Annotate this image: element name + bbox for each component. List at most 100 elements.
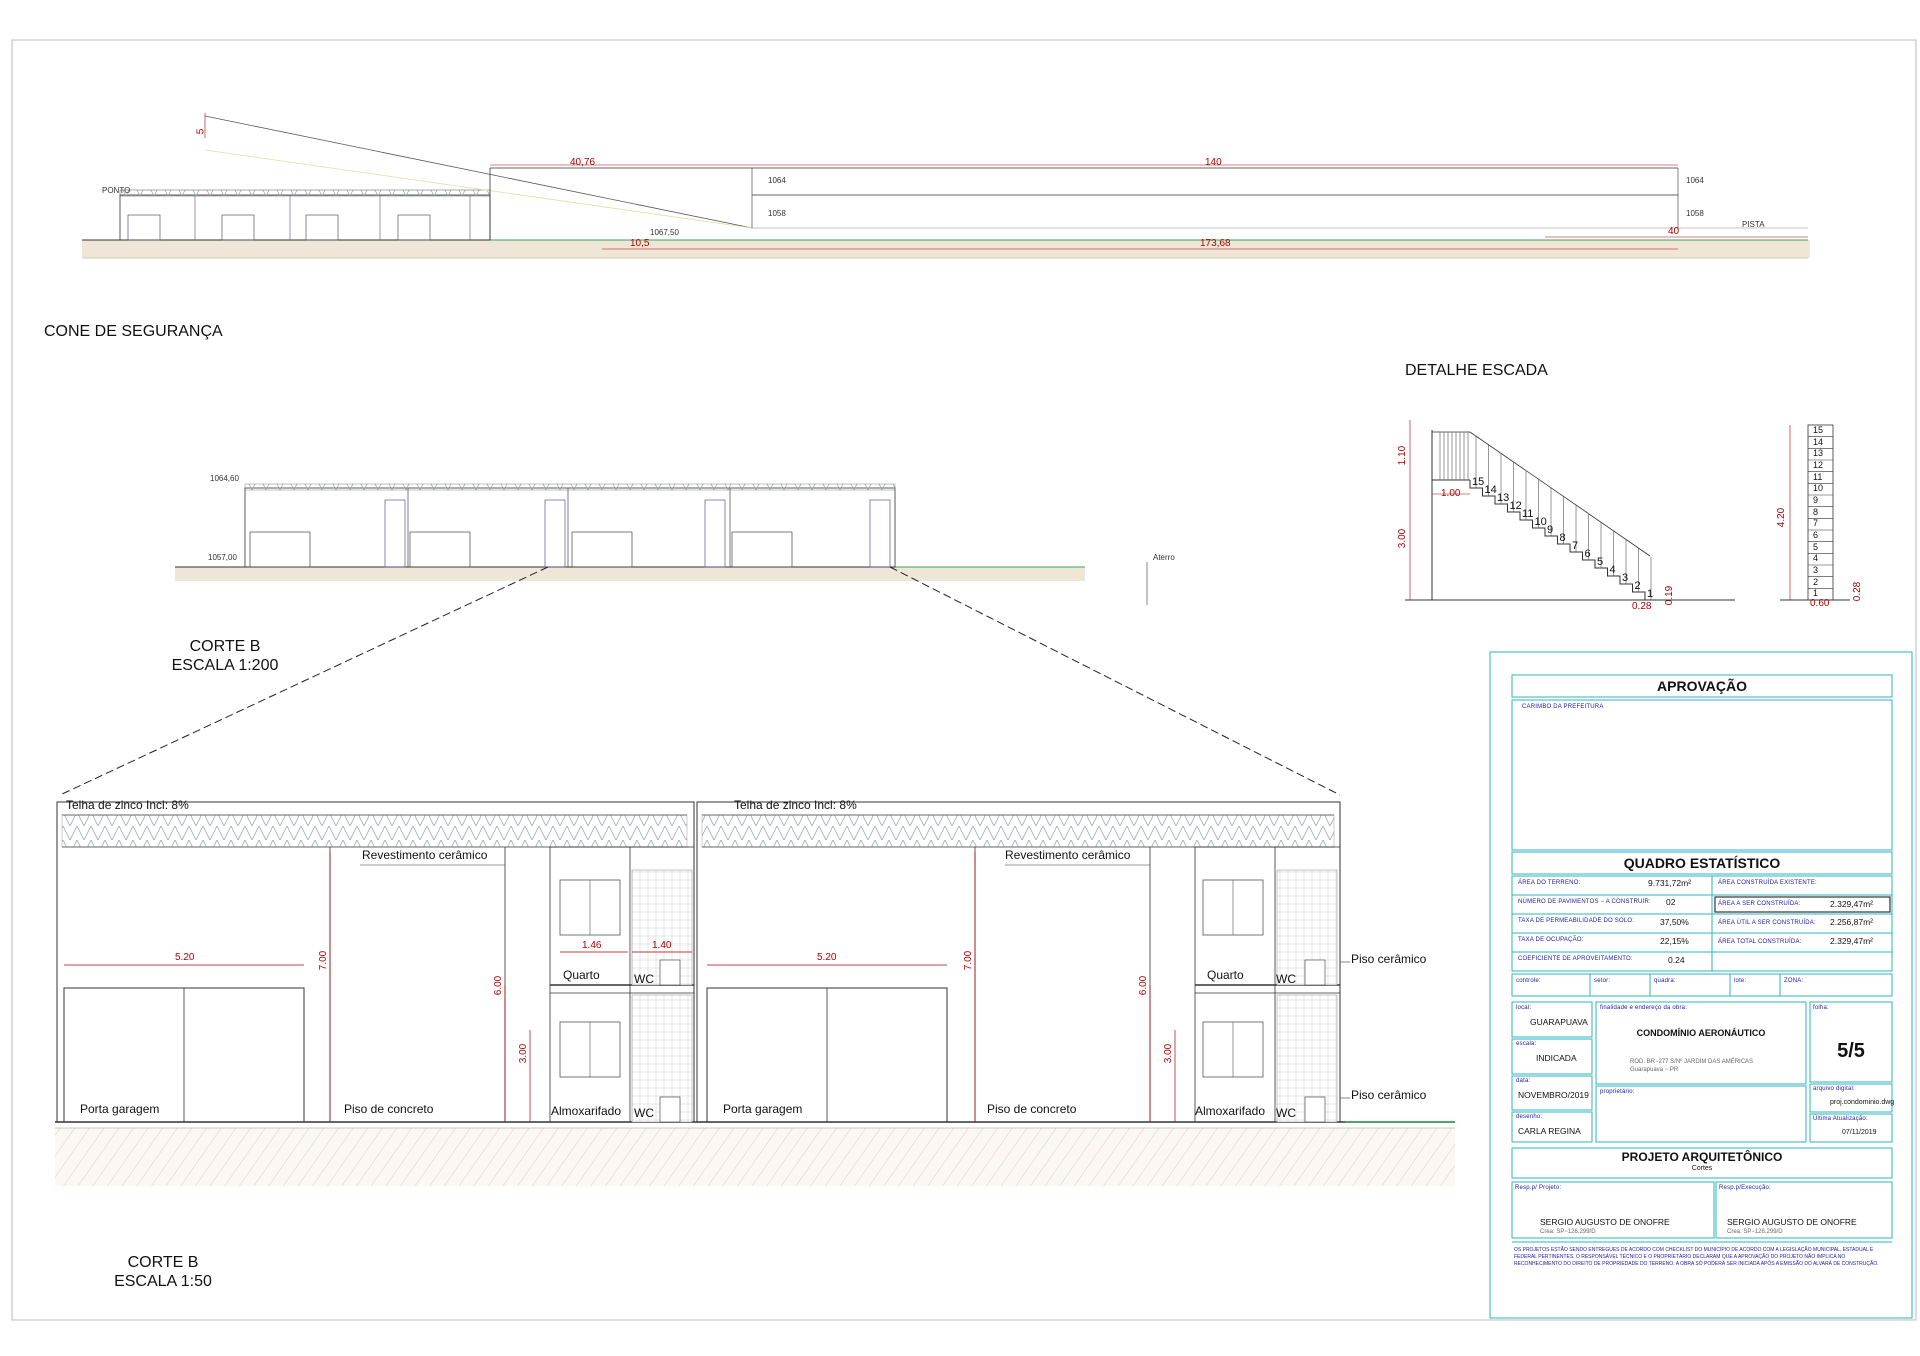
stair-col-label: 10 xyxy=(1813,483,1824,494)
stat-label: COEFICIENTE DE APROVEITAMENTO: xyxy=(1518,956,1633,962)
dim-700-2: 7.00 xyxy=(963,950,975,971)
corte-small-level-1: 1064,60 xyxy=(210,474,239,483)
escada-dim-300: 3.00 xyxy=(1397,528,1409,549)
revest-label-2: Revestimento cerâmico xyxy=(1005,848,1131,862)
escada-dim-420: 4.20 xyxy=(1776,507,1788,528)
stair-col-label: 6 xyxy=(1813,530,1819,540)
dim-146: 1.46 xyxy=(582,940,602,951)
corte-large-scale: ESCALA 1:50 xyxy=(114,1273,212,1290)
room-wc-4: WC xyxy=(1276,1106,1296,1120)
stair-col-label: 5 xyxy=(1813,541,1819,552)
stair-col-label: 12 xyxy=(1813,460,1824,470)
escada-dim-028: 0.28 xyxy=(1632,601,1652,612)
corte-large-title: CORTE B xyxy=(127,1254,199,1271)
room-quarto-2: Quarto xyxy=(1207,968,1244,982)
stair-step-label: 11 xyxy=(1522,508,1534,520)
escala-value: INDICADA xyxy=(1536,1053,1577,1063)
obra-name: CONDOMÍNIO AERONÁUTICO xyxy=(1636,1028,1766,1038)
stat-label: ÁREA TOTAL CONSTRUÍDA: xyxy=(1718,939,1802,945)
atualizacao-label: Última Atualização: xyxy=(1813,1116,1868,1122)
desenho-value: CARLA REGINA xyxy=(1518,1126,1581,1136)
escada-title: DETALHE ESCADA xyxy=(1405,362,1548,379)
stair-step-label: 1 xyxy=(1647,588,1654,600)
stat-value: 2.256,87m² xyxy=(1830,917,1873,927)
stair-col-label: 11 xyxy=(1813,471,1823,482)
code-zona: ZONA: xyxy=(1784,978,1804,984)
revest-label-1: Revestimento cerâmico xyxy=(362,848,488,862)
resp-exec-name: SERGIO AUGUSTO DE ONOFRE xyxy=(1727,1217,1857,1227)
stat-label: ÁREA ÚTIL A SER CONSTRUÍDA: xyxy=(1718,920,1816,926)
local-value: GUARAPUAVA xyxy=(1530,1017,1588,1027)
escada-dim-028b: 0.28 xyxy=(1852,581,1864,602)
cone-dim-140: 140 xyxy=(1205,157,1222,168)
dim-600-1: 6.00 xyxy=(493,975,505,996)
data-label: data: xyxy=(1516,1078,1531,1084)
folha-label: folha: xyxy=(1813,1005,1829,1011)
stat-label: TAXA DE OCUPAÇÃO: xyxy=(1518,937,1584,943)
corte-small-level-2: 1057,00 xyxy=(208,553,237,562)
stair-step-label: 14 xyxy=(1484,484,1497,496)
stat-value: 22,15% xyxy=(1660,936,1689,946)
finalidade-label: finalidade e endereço da obra: xyxy=(1600,1005,1688,1011)
room-wc-2: WC xyxy=(1276,972,1296,986)
stair-step-label: 9 xyxy=(1547,524,1554,536)
atualizacao-value: 07/11/2019 xyxy=(1842,1129,1877,1136)
roof-label-1: Telha de zinco Incl: 8% xyxy=(66,798,189,812)
stair-col-label: 1 xyxy=(1813,588,1819,599)
footer-note: OS PROJETOS ESTÃO SENDO ENTREGUES DE ACO… xyxy=(1514,1247,1879,1267)
stair-step-label: 6 xyxy=(1584,548,1591,560)
room-almox-2: Almoxarifado xyxy=(1195,1104,1266,1118)
dim-700-1: 7.00 xyxy=(318,950,330,971)
cone-dim-height: 5 xyxy=(195,128,207,135)
piso-concreto-1: Piso de concreto xyxy=(344,1102,434,1116)
corte-large-section xyxy=(55,801,1455,1186)
cone-dim-105: 10,5 xyxy=(630,238,650,249)
tb-quadro: QUADRO ESTATÍSTICO xyxy=(1623,855,1781,871)
stair-col-label: 15 xyxy=(1813,425,1824,435)
cone-mark-pista: PISTA xyxy=(1742,220,1765,229)
dim-600-2: 6.00 xyxy=(1138,975,1150,996)
projeto-sub: Cortes xyxy=(1691,1165,1713,1172)
room-quarto-1: Quarto xyxy=(563,968,600,982)
resp-projeto-name: SERGIO AUGUSTO DE ONOFRE xyxy=(1540,1217,1670,1227)
cone-level-1: 1064 xyxy=(768,176,786,185)
stair-col-label: 13 xyxy=(1813,448,1824,459)
escala-label: escala: xyxy=(1516,1041,1537,1047)
arquivo-value: proj.condominio.dwg xyxy=(1830,1099,1895,1106)
cone-mark-ponto: PONTO xyxy=(102,186,131,195)
room-almox-1: Almoxarifado xyxy=(551,1104,622,1118)
porta-garagem-2: Porta garagem xyxy=(723,1102,803,1116)
stat-value: 02 xyxy=(1666,897,1676,907)
stair-step-label: 13 xyxy=(1497,492,1510,504)
cone-dim-17368: 173,68 xyxy=(1200,238,1231,249)
folha-value: 5/5 xyxy=(1837,1040,1865,1062)
cone-level-4: 1058 xyxy=(1686,209,1704,218)
stat-label: ÁREA DO TERRENO: xyxy=(1518,880,1581,886)
cone-level-3: 1058 xyxy=(768,209,786,218)
stair-step-label: 3 xyxy=(1622,572,1629,584)
stair-col-label: 7 xyxy=(1813,518,1819,529)
stat-label: ÁREA CONSTRUÍDA EXISTENTE: xyxy=(1718,880,1817,886)
stair-step-label: 2 xyxy=(1634,580,1641,592)
stair-col-label: 4 xyxy=(1813,553,1819,564)
cone-level-2: 1064 xyxy=(1686,176,1704,185)
resp-projeto-crea: Crea: SP−126.299/D xyxy=(1540,1229,1596,1235)
corte-small-mark: Aterro xyxy=(1153,553,1175,562)
stat-label: TAXA DE PERMEABILIDADE DO SOLO: xyxy=(1518,918,1635,924)
tb-carimbo: CARIMBO DA PREFEITURA xyxy=(1522,704,1604,710)
arquivo-label: arquivo digital: xyxy=(1813,1086,1855,1092)
room-wc-3: WC xyxy=(634,1106,654,1120)
corte-small-title: CORTE B xyxy=(189,638,261,655)
desenho-label: desenho: xyxy=(1516,1114,1543,1120)
obra-endereco-1: ROD. BR−277 S/Nº JARDIM DAS AMÉRICAS xyxy=(1630,1059,1754,1065)
escada-dim-110: 1.10 xyxy=(1397,445,1409,466)
porta-garagem-1: Porta garagem xyxy=(80,1102,160,1116)
resp-exec-crea: Crea: SP−126.299/D xyxy=(1727,1229,1783,1235)
stat-value: 2.329,47m² xyxy=(1830,899,1873,909)
proprietario-label: proprietário: xyxy=(1600,1089,1635,1095)
code-controle: controle: xyxy=(1516,978,1541,984)
escada-dim-060: 0.60 xyxy=(1810,598,1830,609)
cone-mark-level: 1067,50 xyxy=(650,228,679,237)
piso-ceramico-2: Piso cerâmico xyxy=(1351,1088,1427,1102)
cone-dim-40: 40 xyxy=(1668,226,1680,237)
